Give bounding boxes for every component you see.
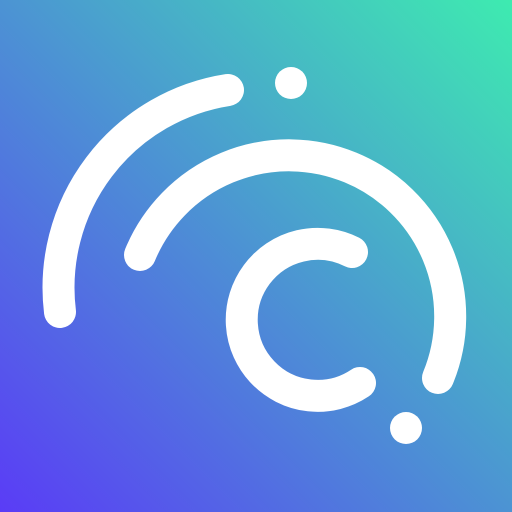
app-icon bbox=[0, 0, 512, 512]
top-dot bbox=[275, 67, 307, 99]
c-orbit-logo-icon bbox=[0, 0, 512, 512]
bottom-dot bbox=[390, 412, 422, 444]
